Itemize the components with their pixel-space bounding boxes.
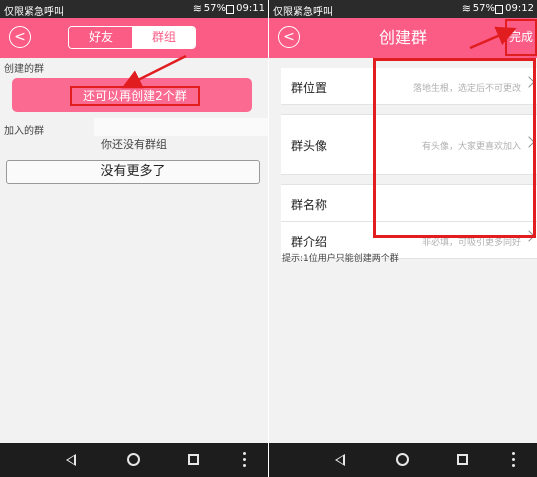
battery-percent: 57% xyxy=(472,3,495,14)
wifi-icon: ≋ xyxy=(192,2,202,15)
empty-message: 你还没有群组 xyxy=(101,138,167,151)
chevron-left-icon: < xyxy=(14,29,26,45)
row-label: 群名称 xyxy=(291,198,328,212)
battery-icon xyxy=(226,5,234,14)
nav-home-icon[interactable] xyxy=(127,453,140,466)
nav-more-icon[interactable] xyxy=(512,452,515,468)
row-label: 群头像 xyxy=(291,139,328,153)
row-label: 群位置 xyxy=(291,81,328,95)
left-screen: 仅限紧急呼叫 ≋ 57% 09:11 < 好友 群组 创建的群 还可以再创建2个… xyxy=(0,0,268,477)
nav-back-icon[interactable] xyxy=(335,454,345,466)
nav-recent-icon[interactable] xyxy=(188,454,199,465)
nav-home-icon[interactable] xyxy=(396,453,409,466)
annotation-box xyxy=(373,58,536,238)
battery-percent: 57% xyxy=(203,3,226,14)
clock: 09:11 xyxy=(236,3,265,14)
created-groups-header: 创建的群 xyxy=(4,64,44,75)
clock: 09:12 xyxy=(505,3,534,14)
carrier-label: 仅限紧急呼叫 xyxy=(4,7,64,18)
page-title: 创建群 xyxy=(378,28,427,47)
quota-text: 还可以再创建2个群 xyxy=(70,86,200,106)
nav-back-icon[interactable] xyxy=(66,454,76,466)
wifi-icon: ≋ xyxy=(461,2,471,15)
row-label: 群介绍 xyxy=(291,235,328,249)
battery-icon xyxy=(495,5,503,14)
carrier-label: 仅限紧急呼叫 xyxy=(273,7,333,18)
tab-friends[interactable]: 好友 xyxy=(69,27,133,48)
app-bar: < 好友 群组 xyxy=(0,18,268,58)
tab-groups[interactable]: 群组 xyxy=(132,27,195,48)
tip-text: 提示:1位用户只能创建两个群 xyxy=(282,254,399,264)
joined-groups-header: 加入的群 xyxy=(4,126,44,137)
nav-recent-icon[interactable] xyxy=(457,454,468,465)
joined-groups-strip xyxy=(94,118,268,136)
app-bar: < 创建群 完成 xyxy=(269,18,537,58)
back-button[interactable]: < xyxy=(9,26,31,48)
nav-bar xyxy=(0,443,268,477)
nav-bar xyxy=(269,443,537,477)
done-button[interactable]: 完成 xyxy=(505,19,537,56)
nav-more-icon[interactable] xyxy=(243,452,246,468)
status-bar: 仅限紧急呼叫 ≋ 57% 09:12 xyxy=(269,0,537,18)
segment-control: 好友 群组 xyxy=(68,26,196,49)
no-more-button[interactable]: 没有更多了 xyxy=(6,160,260,184)
status-bar: 仅限紧急呼叫 ≋ 57% 09:11 xyxy=(0,0,268,18)
